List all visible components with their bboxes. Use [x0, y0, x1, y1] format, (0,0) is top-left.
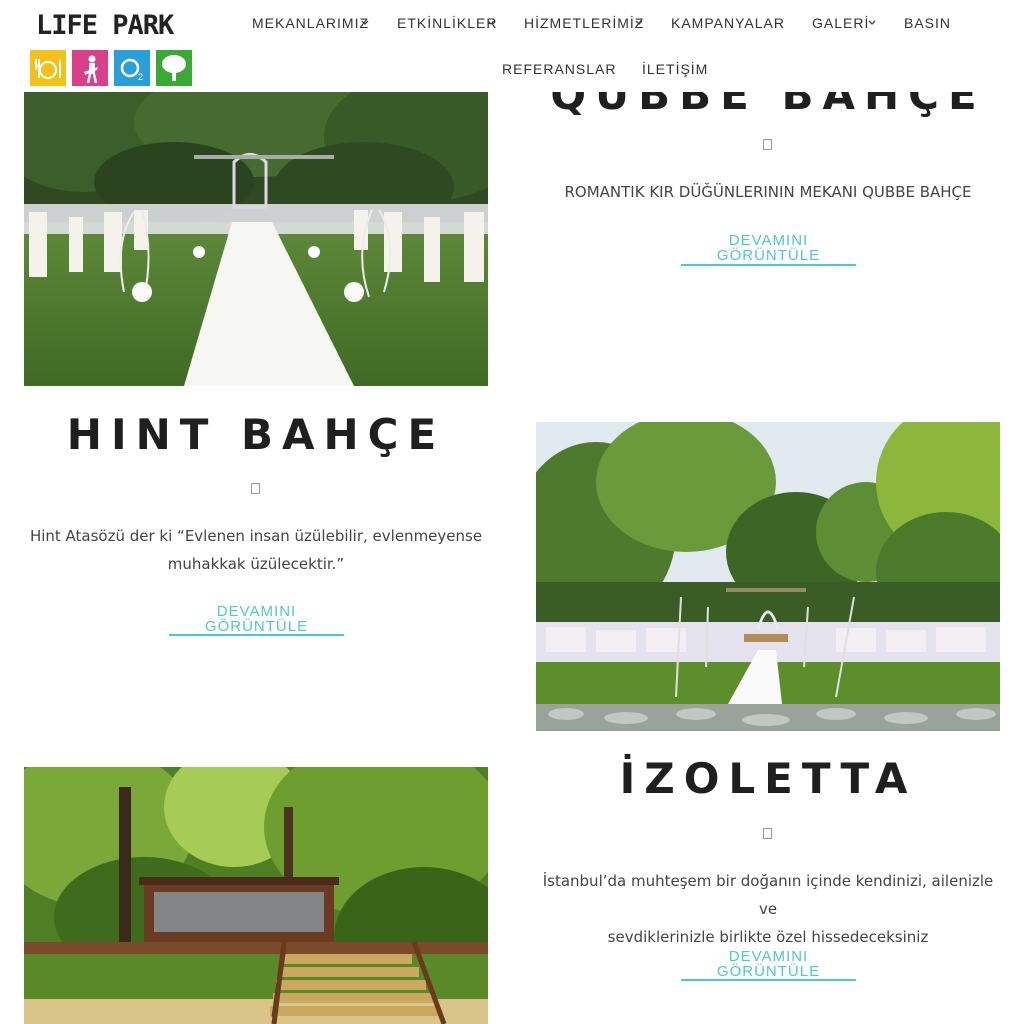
description-line-2: muhakkak üzülecektir.” — [167, 555, 345, 573]
restaurant-icon — [30, 50, 66, 86]
view-more-button-izoletta[interactable]: DEVAMINI GÖRÜNTÜLE — [681, 949, 856, 979]
nav-galeri[interactable]: GALERİ — [812, 15, 869, 31]
glyph-placeholder-icon — [763, 139, 772, 150]
glyph-placeholder-icon — [763, 828, 772, 839]
nav-iletisim[interactable]: İLETİŞİM — [642, 61, 708, 77]
tree-icon — [156, 50, 192, 86]
venue-title-hint-bahce: HINT BAHÇE — [66, 410, 446, 459]
view-more-underline — [681, 979, 856, 981]
view-more-label-2: GÖRÜNTÜLE — [716, 247, 821, 264]
site-header: LIFE PARK 2 MEKANLARIMIZ ETKİNLİKLER HİZ… — [0, 0, 1024, 92]
nav-hizmetlerimiz[interactable]: HİZMETLERİMİZ — [524, 15, 644, 31]
description-line-2: sevdiklerinizle birlikte özel hissedecek… — [607, 928, 929, 946]
nav-kampanyalar[interactable]: KAMPANYALAR — [671, 15, 785, 31]
venue-description-hint: Hint Atasözü der ki “Evlenen insan üzüle… — [24, 522, 488, 578]
description-line-1: İstanbul’da muhteşem bir doğanın içinde … — [542, 872, 994, 918]
view-more-underline — [681, 264, 856, 266]
view-more-label-1: DEVAMINI — [216, 603, 297, 620]
izoletta-photo[interactable] — [536, 422, 1000, 731]
glyph-placeholder-icon — [251, 483, 260, 494]
nav-etkinlikler[interactable]: ETKİNLİKLER — [397, 15, 497, 31]
chevron-down-icon[interactable] — [486, 18, 496, 28]
svg-text:2: 2 — [138, 72, 143, 82]
life-park-logo[interactable]: LIFE PARK 2 — [30, 8, 200, 86]
logo-text: LIFE PARK — [36, 10, 174, 41]
nav-basin[interactable]: BASIN — [904, 15, 951, 31]
chevron-down-icon[interactable] — [867, 18, 877, 28]
view-more-label-1: DEVAMINI — [728, 232, 809, 249]
description-line-1: Hint Atasözü der ki “Evlenen insan üzüle… — [29, 527, 483, 545]
venue-description-qubbe: ROMANTIK KIR DÜĞÜNLERININ MEKANI QUBBE B… — [564, 183, 972, 201]
chevron-down-icon[interactable] — [634, 18, 644, 28]
nav-mekanlarimiz[interactable]: MEKANLARIMIZ — [252, 15, 369, 31]
view-more-label-1: DEVAMINI — [728, 948, 809, 965]
guitar-player-icon — [72, 50, 108, 86]
view-more-label-2: GÖRÜNTÜLE — [716, 963, 821, 980]
forest-venue-photo[interactable] — [24, 767, 488, 1024]
view-more-label-2: GÖRÜNTÜLE — [204, 618, 309, 635]
chevron-down-icon[interactable] — [360, 18, 370, 28]
nav-referanslar[interactable]: REFERANSLAR — [502, 61, 616, 77]
venue-title-izoletta: İZOLETTA — [619, 754, 917, 803]
venue-description-izoletta: İstanbul’da muhteşem bir doğanın içinde … — [536, 867, 1000, 951]
view-more-button-hint[interactable]: DEVAMINI GÖRÜNTÜLE — [169, 604, 344, 634]
o2-icon: 2 — [114, 50, 150, 86]
hint-bahce-photo[interactable] — [24, 92, 488, 386]
view-more-button-qubbe[interactable]: DEVAMINI GÖRÜNTÜLE — [681, 233, 856, 263]
view-more-underline — [169, 634, 344, 636]
